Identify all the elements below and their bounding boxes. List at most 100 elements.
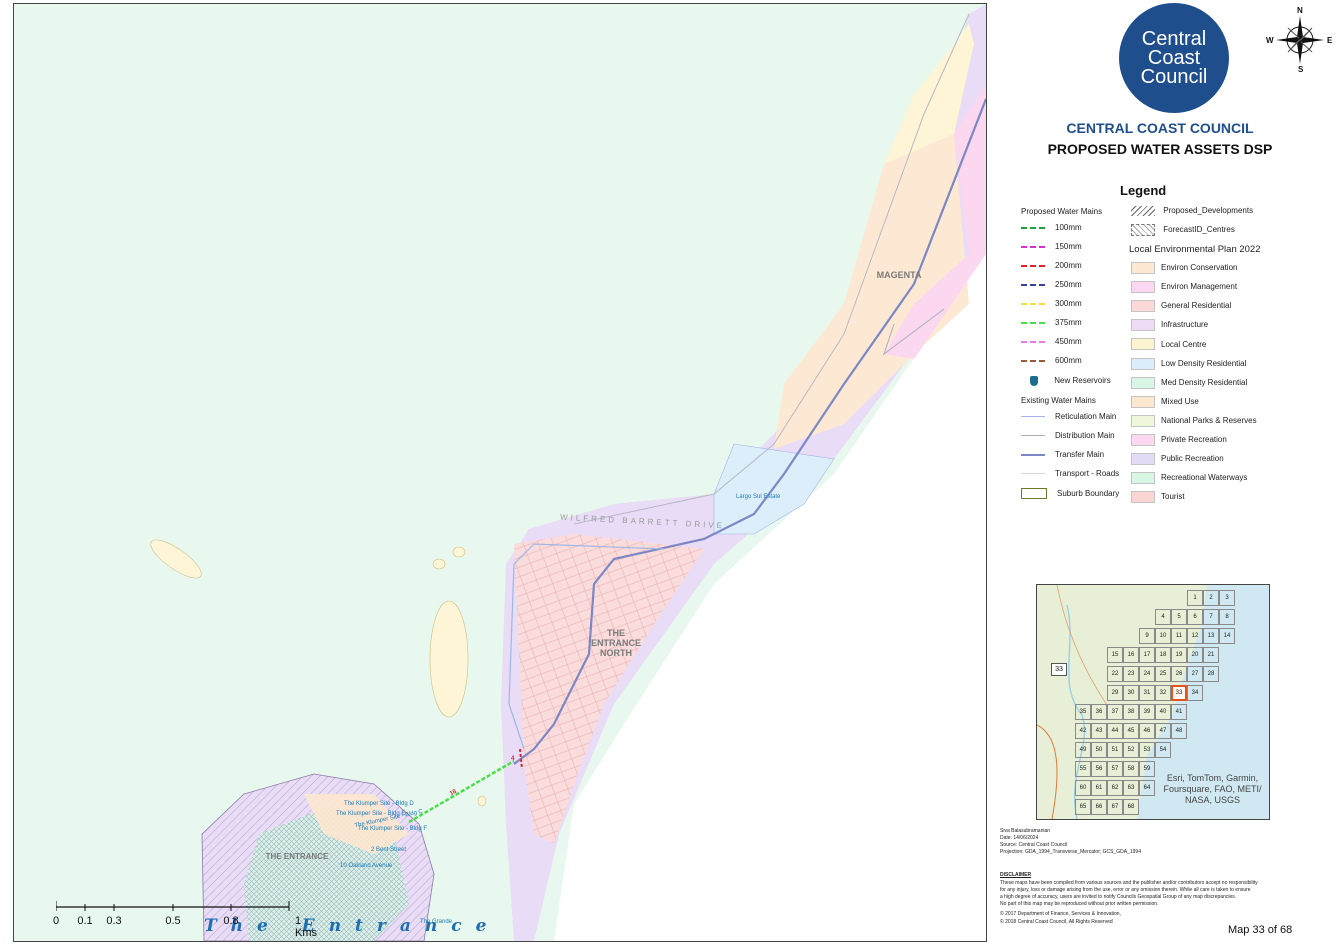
inset-grid-cell[interactable]: 15: [1107, 647, 1123, 663]
inset-grid-cell[interactable]: 58: [1123, 761, 1139, 777]
inset-grid-cell[interactable]: 32: [1155, 685, 1171, 701]
inset-grid-cell[interactable]: 35: [1075, 704, 1091, 720]
inset-grid-cell[interactable]: 60: [1075, 780, 1091, 796]
inset-grid-cell[interactable]: 18: [1155, 647, 1171, 663]
legend-item-proposed-main: 250mm: [1021, 280, 1082, 289]
inset-grid-cell[interactable]: 48: [1171, 723, 1187, 739]
inset-grid-cell[interactable]: 11: [1171, 628, 1187, 644]
site-label: The Klumper Site - Bldg D: [344, 801, 414, 807]
inset-grid-cell[interactable]: 17: [1139, 647, 1155, 663]
zone-swatch-icon: [1131, 338, 1155, 351]
inset-grid-cell[interactable]: 3: [1219, 590, 1235, 606]
inset-grid-cell[interactable]: 55: [1075, 761, 1091, 777]
legend-label: Public Recreation: [1161, 454, 1224, 464]
legend-label: 100mm: [1055, 223, 1082, 232]
north-arrow-icon: N S E W: [1264, 6, 1336, 74]
inset-grid-cell[interactable]: 33: [1171, 685, 1187, 701]
legend-item-proposed-main: 450mm: [1021, 337, 1082, 346]
dashed-line-swatch-icon: [1021, 340, 1045, 343]
reservoir-icon: [1030, 376, 1038, 386]
inset-grid-cell[interactable]: 29: [1107, 685, 1123, 701]
inset-grid-cell[interactable]: 5: [1171, 609, 1187, 625]
compass-n: N: [1297, 6, 1303, 15]
legend-item-proposed-main: 375mm: [1021, 318, 1082, 327]
inset-grid-cell[interactable]: 19: [1171, 647, 1187, 663]
inset-grid-cell[interactable]: 36: [1091, 704, 1107, 720]
legend-label: Tourist: [1161, 492, 1185, 502]
inset-grid-cell[interactable]: 24: [1139, 666, 1155, 682]
inset-grid-cell[interactable]: 40: [1155, 704, 1171, 720]
inset-grid-cell[interactable]: 43: [1091, 723, 1107, 739]
inset-grid-cell[interactable]: 9: [1139, 628, 1155, 644]
inset-grid-cell[interactable]: 63: [1123, 780, 1139, 796]
inset-grid-cell[interactable]: 47: [1155, 723, 1171, 739]
inset-grid-cell[interactable]: 6: [1187, 609, 1203, 625]
inset-grid-cell[interactable]: 23: [1123, 666, 1139, 682]
map-view[interactable]: MAGENTA THE ENTRANCE NORTH THE ENTRANCE …: [13, 3, 987, 942]
legend-item-zone: Mixed Use: [1131, 395, 1199, 408]
site-label: Largo Sul Estate: [736, 494, 781, 500]
place-label-magenta: MAGENTA: [876, 270, 922, 280]
legend-item-proposed-main: 100mm: [1021, 223, 1082, 232]
inset-grid-cell[interactable]: 34: [1187, 685, 1203, 701]
inset-grid-cell[interactable]: 45: [1123, 723, 1139, 739]
inset-grid-cell[interactable]: 53: [1139, 742, 1155, 758]
inset-grid-cell[interactable]: 54: [1155, 742, 1171, 758]
inset-grid-cell[interactable]: 20: [1187, 647, 1203, 663]
legend-item-proposed-main: 600mm: [1021, 356, 1082, 365]
inset-grid-cell[interactable]: 37: [1107, 704, 1123, 720]
inset-grid-cell[interactable]: 50: [1091, 742, 1107, 758]
inset-grid-cell[interactable]: 28: [1203, 666, 1219, 682]
inset-grid-cell[interactable]: 21: [1203, 647, 1219, 663]
inset-grid-cell[interactable]: 14: [1219, 628, 1235, 644]
inset-grid-cell[interactable]: 1: [1187, 590, 1203, 606]
meta-author: Siva Balasubramanian: [1000, 828, 1051, 834]
legend-item-existing-main: Reticulation Main: [1021, 412, 1116, 421]
inset-grid-cell[interactable]: 12: [1187, 628, 1203, 644]
inset-grid-cell[interactable]: 30: [1123, 685, 1139, 701]
inset-grid-cell[interactable]: 49: [1075, 742, 1091, 758]
dashed-line-swatch-icon: [1021, 321, 1045, 324]
meta-date: Date: 14/06/2024: [1000, 835, 1039, 841]
legend-item-zone: Environ Conservation: [1131, 262, 1237, 274]
inset-grid-cell[interactable]: 8: [1219, 609, 1235, 625]
inset-grid-cell[interactable]: 51: [1107, 742, 1123, 758]
inset-grid-cell[interactable]: 2: [1203, 590, 1219, 606]
inset-grid-cell[interactable]: 26: [1171, 666, 1187, 682]
inset-grid-cell[interactable]: 13: [1203, 628, 1219, 644]
inset-grid-cell[interactable]: 41: [1171, 704, 1187, 720]
scale-tick: 0.3: [106, 915, 122, 927]
legend-item-zone: Tourist: [1131, 491, 1185, 504]
place-label-entrance-north: THE ENTRANCE NORTH: [590, 628, 641, 658]
inset-grid-cell[interactable]: 59: [1139, 761, 1155, 777]
line-swatch-icon: [1021, 435, 1045, 437]
inset-grid-cell[interactable]: 66: [1091, 799, 1107, 815]
inset-grid-cell[interactable]: 27: [1187, 666, 1203, 682]
legend-label: 600mm: [1055, 356, 1082, 365]
inset-grid-cell[interactable]: 22: [1107, 666, 1123, 682]
inset-grid-cell[interactable]: 44: [1107, 723, 1123, 739]
inset-grid-cell[interactable]: 67: [1107, 799, 1123, 815]
disclaimer-title: DISCLAIMER: [1000, 872, 1032, 878]
inset-grid-cell[interactable]: 25: [1155, 666, 1171, 682]
inset-grid-cell[interactable]: 42: [1075, 723, 1091, 739]
inset-grid-cell[interactable]: 31: [1139, 685, 1155, 701]
inset-grid-cell[interactable]: 56: [1091, 761, 1107, 777]
inset-grid-cell[interactable]: 61: [1091, 780, 1107, 796]
inset-grid-cell[interactable]: 62: [1107, 780, 1123, 796]
inset-grid-cell[interactable]: 38: [1123, 704, 1139, 720]
inset-grid-cell[interactable]: 10: [1155, 628, 1171, 644]
legend-item-zone: Med Density Residential: [1131, 376, 1247, 389]
inset-grid-cell[interactable]: 57: [1107, 761, 1123, 777]
inset-grid-cell[interactable]: 16: [1123, 647, 1139, 663]
inset-grid-cell[interactable]: 65: [1075, 799, 1091, 815]
inset-grid-cell[interactable]: 52: [1123, 742, 1139, 758]
inset-grid-cell[interactable]: 68: [1123, 799, 1139, 815]
inset-grid-cell[interactable]: 7: [1203, 609, 1219, 625]
inset-grid-cell[interactable]: 46: [1139, 723, 1155, 739]
inset-grid-cell[interactable]: 64: [1139, 780, 1155, 796]
legend-label: Infrastructure: [1161, 320, 1209, 330]
inset-grid-cell[interactable]: 4: [1155, 609, 1171, 625]
legend-label: General Residential: [1161, 301, 1232, 311]
inset-grid-cell[interactable]: 39: [1139, 704, 1155, 720]
